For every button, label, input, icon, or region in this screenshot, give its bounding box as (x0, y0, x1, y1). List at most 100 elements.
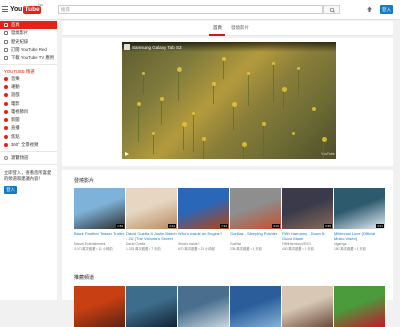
sidebar-channel-0[interactable]: 音樂 (0, 74, 57, 82)
sidebar-channel-4[interactable]: 電視節目 (0, 108, 57, 116)
sidebar-item-label: 下載 YouTube TV 應用 (11, 55, 55, 61)
flower-stem (223, 59, 224, 79)
sidebar-channel-3[interactable]: 電影 (0, 99, 57, 107)
sidebar-item-0[interactable]: 首頁 (0, 21, 57, 30)
video-thumbnail[interactable] (178, 286, 229, 327)
tv-icon (4, 56, 8, 61)
section-recommended: 推薦頻道 (62, 264, 393, 327)
featured-video-player[interactable]: Samsung Galaxy Tab S3 YouTube (122, 42, 336, 159)
section-title[interactable]: 發燒影片 (74, 177, 94, 184)
flower (182, 122, 187, 127)
section-title[interactable]: 推薦頻道 (74, 274, 94, 281)
flower-stem (153, 134, 154, 154)
signin-promo-text: 立即登入，查看您所喜愛的頻道和建議內容！ (4, 170, 52, 181)
add-circle-icon (4, 156, 8, 161)
sidebar-item-label: 電影 (11, 100, 20, 106)
flower (232, 102, 237, 107)
top-bar: You Tube TW 搜尋 登入 (0, 0, 400, 20)
sidebar-item-3[interactable]: 訂閱 YouTube Red (0, 46, 57, 54)
logo-region: TW (38, 3, 43, 7)
tab-home[interactable]: 首頁 (213, 25, 222, 31)
menu-icon[interactable] (2, 6, 8, 12)
flower-stem (283, 89, 284, 109)
video-title[interactable]: Millennial Love (Official Music Video) (334, 231, 385, 241)
youtube-logo[interactable]: You Tube (10, 5, 42, 14)
video-thumbnail[interactable] (126, 286, 177, 327)
sidebar-item-label: 瀏覽頻道 (11, 155, 29, 161)
youtube-red-icon (4, 48, 8, 53)
flower-stem (193, 114, 194, 152)
tab-trending[interactable]: 發燒影片 (231, 25, 249, 31)
video-thumbnail[interactable] (74, 286, 125, 327)
video-title[interactable]: Fifth Harmony - Down ft. Gucci Mane (282, 231, 333, 241)
sidebar-item-label: 運動 (11, 83, 20, 89)
upload-button[interactable] (366, 5, 373, 14)
flower (212, 82, 216, 86)
video-thumbnail[interactable] (334, 286, 385, 327)
sidebar-item-1[interactable]: 發燒影片 (0, 29, 57, 37)
video-thumbnail[interactable]: 1:53 (74, 188, 125, 229)
flower (202, 137, 206, 141)
video-title-bar: Samsung Galaxy Tab S3 (122, 42, 336, 52)
video-thumbnail[interactable] (282, 286, 333, 327)
sidebar-channel-8[interactable]: 360° 全景視頻 (0, 141, 57, 149)
video-thumbnail[interactable] (230, 286, 281, 327)
flower (160, 97, 164, 101)
channel-avatar[interactable] (124, 44, 130, 50)
search-input[interactable]: 搜尋 (58, 5, 323, 14)
flower-stem (143, 74, 144, 94)
home-icon (4, 23, 8, 28)
flower-stem (183, 124, 184, 150)
search-button[interactable] (323, 5, 340, 14)
trending-icon (4, 31, 8, 36)
flower-stem (273, 64, 274, 102)
sidebar-channel-2[interactable]: 遊戲 (0, 91, 57, 99)
upload-icon (367, 6, 372, 12)
sidebar-item-browse-channels[interactable]: 瀏覽頻道 (0, 154, 57, 162)
sidebar-item-label: 音樂 (11, 75, 20, 81)
video-meta: 160 萬次觀看 • 1 天前 (334, 246, 366, 251)
sidebar-channel-7[interactable]: 焦點 (0, 133, 57, 141)
movies-channel-icon (4, 101, 8, 106)
video-meta: 3,071萬次觀看 • 11 小時前 (74, 246, 113, 251)
featured-video-title[interactable]: Samsung Galaxy Tab S3 (132, 45, 181, 50)
flower (192, 112, 195, 115)
video-thumbnail[interactable]: 3:02 (230, 188, 281, 229)
video-thumbnail[interactable]: 3:55 (282, 188, 333, 229)
video-thumbnail[interactable]: 3:21 (334, 188, 385, 229)
play-icon[interactable] (125, 152, 129, 156)
sidebar-channel-5[interactable]: 新聞 (0, 116, 57, 124)
sidebar-channel-1[interactable]: 運動 (0, 83, 57, 91)
flower (312, 107, 316, 111)
sidebar-heading: YOUTUBE 精選 (4, 69, 35, 75)
sidebar-item-2[interactable]: 歷史紀錄 (0, 38, 57, 46)
signin-button[interactable]: 登入 (380, 5, 393, 14)
video-duration: 3:02 (272, 224, 280, 228)
360-video-channel-icon (4, 143, 8, 147)
music-channel-icon (4, 76, 8, 81)
tab-bar: 首頁 發燒影片 (62, 21, 393, 36)
spotlight-channel-icon (4, 134, 8, 139)
sidebar-channel-6[interactable]: 直播 (0, 124, 57, 132)
sidebar-item-label: 電視節目 (11, 108, 29, 114)
sidebar-divider (0, 64, 57, 66)
video-thumbnail[interactable]: 3:34 (126, 188, 177, 229)
video-thumbnail[interactable]: 7:34 (178, 188, 229, 229)
flower (177, 67, 182, 72)
flower-stem (178, 69, 179, 101)
sidebar-item-label: 新聞 (11, 117, 20, 123)
video-meta: 1,315 萬次觀看 • 7 天前 (126, 246, 161, 251)
video-title[interactable]: David Guetta ft Justin Bieber - 2U (The … (126, 231, 177, 241)
sidebar-signin-button[interactable]: 登入 (4, 186, 17, 195)
sidebar-divider (0, 164, 57, 166)
video-title[interactable]: Who's Inside an Engine? (178, 231, 229, 236)
video-title[interactable]: Black Panther Teaser Trailer (74, 231, 125, 236)
sidebar-item-4[interactable]: 下載 YouTube TV 應用 (0, 54, 57, 62)
flower-stem (263, 124, 264, 159)
flower (137, 102, 141, 106)
sidebar: 首頁 發燒影片 歷史紀錄 訂閱 YouTube Red 下載 YouTube TV 應用… (0, 21, 57, 300)
flower-stem (203, 139, 204, 159)
flower-stem (213, 84, 214, 104)
tv-shows-channel-icon (4, 109, 8, 114)
video-title[interactable]: Gorillaz - Sleeping Powder (230, 231, 281, 236)
